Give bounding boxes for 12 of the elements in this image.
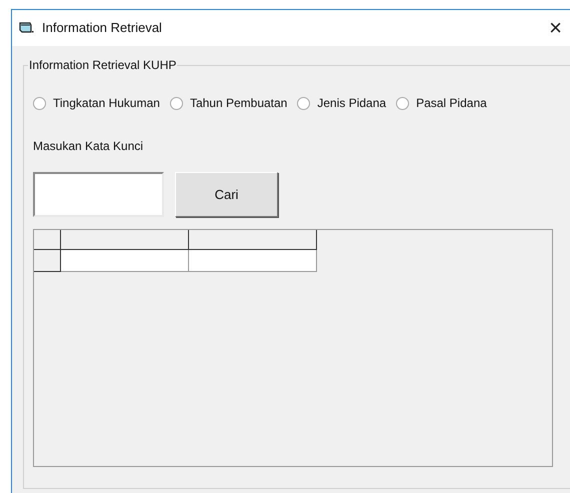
radio-option[interactable]: Pasal Pidana [396,94,487,112]
close-button[interactable]: × [549,17,562,39]
window-icon [18,21,34,35]
keyword-field[interactable] [33,172,164,217]
search-button[interactable]: Cari [175,172,278,217]
radio-option[interactable]: Jenis Pidana [297,94,386,112]
grid-cell[interactable] [61,250,189,272]
grid-cell[interactable] [189,250,317,272]
window-title: Information Retrieval [42,19,162,38]
radio-option[interactable]: Tingkatan Hukuman [33,94,160,112]
radio-option[interactable]: Tahun Pembuatan [170,94,288,112]
keyword-label: Masukan Kata Kunci [33,138,144,155]
